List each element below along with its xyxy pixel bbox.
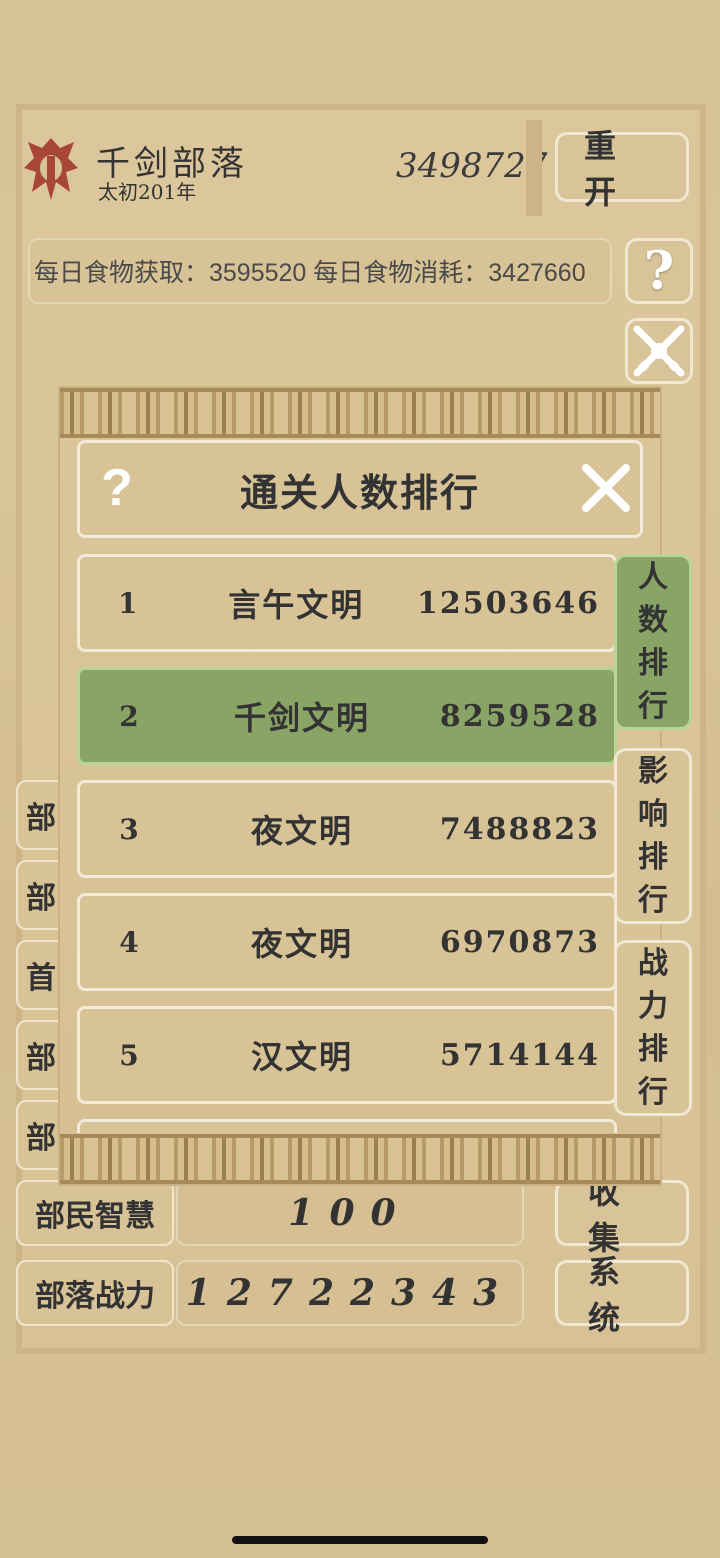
dialog-header: 通关人数排行 [77, 440, 643, 538]
tab-influence-rank[interactable]: 影 响 排 行 [614, 748, 692, 924]
tab-population-rank[interactable]: 人 数 排 行 [614, 554, 692, 730]
rank-number: 1 [117, 586, 138, 620]
tab-char: 排 [638, 840, 668, 875]
civ-name: 言午文明 [228, 586, 365, 624]
dialog-top-border [60, 388, 660, 438]
rank-number: 5 [119, 1038, 139, 1072]
civ-count: 7488823 [439, 811, 600, 847]
food-summary: 每日食物获取：3595520 每日食物消耗：3427660 [28, 238, 612, 304]
tribe-emblem-icon [20, 134, 82, 204]
tab-char: 排 [638, 1032, 668, 1067]
tab-char: 行 [638, 1075, 668, 1110]
crossed-swords-icon [633, 325, 685, 377]
help-button[interactable]: ? [625, 238, 693, 304]
collect-button[interactable]: 收集 [555, 1173, 689, 1257]
side-label[interactable]: 部 [16, 780, 66, 850]
tab-char: 人 [638, 560, 668, 595]
civ-name: 汉文明 [250, 1038, 353, 1076]
tab-char: 行 [638, 883, 668, 918]
tab-power-rank[interactable]: 战 力 排 行 [614, 940, 692, 1116]
tab-char: 影 [638, 754, 668, 789]
tab-char: 响 [638, 797, 668, 832]
civ-name: 夜文明 [250, 925, 353, 963]
era-label: 太初201年 [98, 180, 197, 204]
civ-name: 千剑文明 [233, 699, 370, 737]
ranking-row[interactable]: 4 夜文明 6970873 [77, 893, 617, 991]
tab-char: 排 [638, 646, 668, 681]
power-value: 12722343 [176, 1260, 524, 1326]
dialog-title: 通关人数排行 [239, 469, 480, 515]
tab-char: 战 [638, 946, 668, 981]
side-label[interactable]: 首 [16, 940, 66, 1010]
question-icon: ? [643, 240, 675, 302]
civ-count: 6970873 [439, 924, 600, 960]
wisdom-label: 部民智慧 [16, 1180, 174, 1246]
ranking-row[interactable]: 1 言午文明 12503646 [77, 554, 617, 652]
system-button[interactable]: 系统 [555, 1253, 689, 1337]
battle-button[interactable] [625, 318, 693, 384]
rank-number: 4 [119, 925, 139, 959]
rank-number: 2 [119, 699, 139, 733]
restart-button[interactable]: 重开 [555, 127, 689, 211]
power-label: 部落战力 [16, 1260, 174, 1326]
tab-char: 数 [638, 603, 668, 638]
score-value: 3498727 [396, 146, 548, 186]
side-label[interactable]: 部 [16, 860, 66, 930]
civ-count: 5714144 [439, 1037, 600, 1073]
civ-count: 8259528 [439, 698, 600, 734]
civ-name: 夜文明 [250, 812, 353, 850]
home-indicator[interactable] [232, 1536, 488, 1544]
dialog-bottom-border [60, 1134, 660, 1184]
header-divider [526, 120, 542, 216]
wisdom-value: 100 [176, 1180, 524, 1246]
ranking-row[interactable]: 5 汉文明 5714144 [77, 1006, 617, 1104]
dialog-help-icon[interactable]: ? [97, 458, 137, 518]
civ-count: 12503646 [417, 585, 600, 621]
ranking-row[interactable]: 3 夜文明 7488823 [77, 780, 617, 878]
rank-number: 3 [119, 812, 139, 846]
side-label[interactable]: 部 [16, 1020, 66, 1090]
close-icon[interactable] [578, 458, 634, 518]
ranking-row-highlighted[interactable]: 2 千剑文明 8259528 [77, 667, 617, 765]
tab-char: 行 [638, 689, 668, 724]
ranking-row-partial [77, 1119, 617, 1133]
tab-char: 力 [638, 989, 668, 1024]
side-label[interactable]: 部 [16, 1100, 66, 1170]
